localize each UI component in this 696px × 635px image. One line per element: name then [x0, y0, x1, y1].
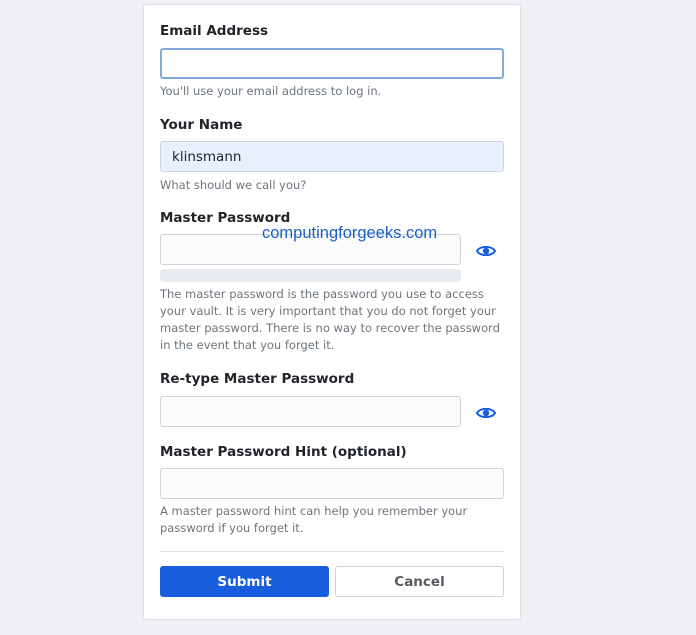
retype-password-input[interactable]	[160, 396, 461, 427]
master-password-help: The master password is the password you …	[160, 287, 500, 352]
email-help: You'll use your email address to log in.	[160, 84, 382, 98]
password-hint-help: A master password hint can help you reme…	[160, 504, 468, 535]
divider	[160, 551, 504, 552]
email-label: Email Address	[160, 23, 269, 39]
watermark: computingforgeeks.com	[262, 224, 438, 242]
cancel-button[interactable]: Cancel	[335, 566, 504, 597]
retype-password-label: Re-type Master Password	[160, 371, 355, 387]
name-label: Your Name	[160, 117, 243, 133]
password-hint-label: Master Password Hint (optional)	[160, 444, 407, 460]
register-form-card: Email Address You'll use your email addr…	[143, 4, 521, 620]
password-hint-input[interactable]	[160, 468, 504, 499]
password-strength-meter	[160, 269, 461, 282]
email-input[interactable]	[160, 48, 504, 79]
submit-button[interactable]: Submit	[160, 566, 329, 597]
eye-icon[interactable]	[476, 244, 496, 258]
name-input[interactable]	[160, 141, 504, 172]
name-help: What should we call you?	[160, 178, 307, 192]
eye-icon[interactable]	[476, 406, 496, 420]
